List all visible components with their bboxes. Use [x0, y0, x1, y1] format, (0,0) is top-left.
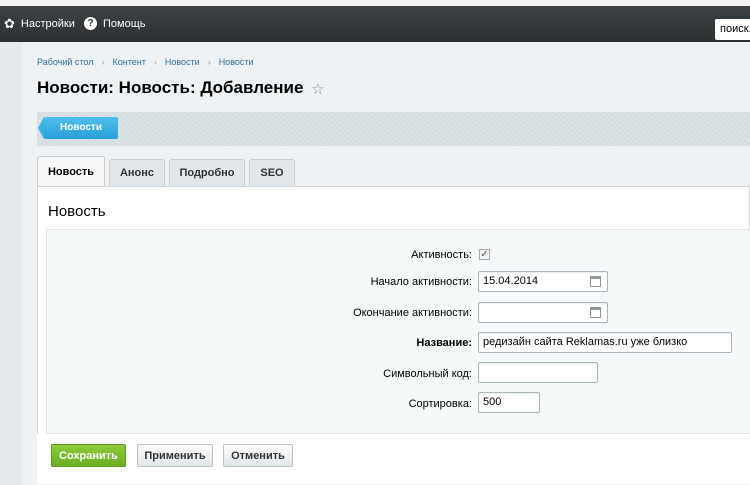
breadcrumb-news[interactable]: Новости [219, 57, 254, 67]
tab-seo[interactable]: SEO [249, 159, 295, 186]
name-label: Название: [416, 337, 472, 349]
gear-icon: ✿ [4, 16, 15, 31]
end-date-field[interactable] [478, 302, 608, 323]
active-checkbox[interactable]: ✓ [479, 249, 490, 260]
chevron-right-icon: › [207, 57, 211, 67]
tab-details[interactable]: Подробно [169, 159, 245, 186]
settings-label: Настройки [20, 17, 75, 30]
help-icon: ? [84, 17, 97, 30]
chevron-right-icon: › [153, 57, 157, 67]
breadcrumb: Рабочий стол › Контент › Новости › Новос… [37, 57, 262, 67]
breadcrumb-news-type[interactable]: Новости [165, 57, 200, 67]
tab-news[interactable]: Новость [37, 156, 105, 186]
sort-field[interactable]: 500 [478, 392, 540, 413]
search-input[interactable]: поиск. [715, 19, 750, 40]
star-icon[interactable]: ☆ [311, 80, 324, 98]
save-button[interactable]: Сохранить [51, 444, 126, 467]
start-date-label: Начало активности: [370, 276, 472, 288]
tab-announce[interactable]: Анонс [109, 159, 165, 186]
breadcrumb-content[interactable]: Контент [113, 57, 146, 67]
back-to-news-button[interactable]: Новости [38, 117, 118, 139]
end-date-label: Окончание активности: [353, 307, 472, 319]
sort-label: Сортировка: [408, 398, 472, 410]
admin-topbar: ✿ Настройки ? Помощь поиск. [0, 6, 750, 42]
code-label: Символьный код: [383, 368, 472, 380]
calendar-icon[interactable] [590, 307, 601, 318]
calendar-icon[interactable] [590, 276, 601, 287]
sort-value: 500 [483, 396, 502, 408]
cancel-button[interactable]: Отменить [223, 444, 293, 467]
breadcrumb-desktop[interactable]: Рабочий стол [37, 57, 94, 67]
chevron-right-icon: › [101, 57, 105, 67]
help-label: Помощь [103, 17, 146, 30]
name-value: редизайн сайта Reklamas.ru уже близко [483, 336, 688, 348]
start-date-value: 15.04.2014 [483, 275, 539, 287]
start-date-field[interactable]: 15.04.2014 [478, 271, 608, 292]
context-toolbar [37, 112, 750, 146]
active-label: Активность: [411, 249, 472, 261]
name-field[interactable]: редизайн сайта Reklamas.ru уже близко [478, 332, 732, 353]
settings-link[interactable]: ✿ Настройки [4, 17, 75, 30]
apply-button[interactable]: Применить [137, 444, 213, 467]
section-title: Новость [48, 203, 106, 220]
code-field[interactable] [478, 362, 598, 383]
help-link[interactable]: ? Помощь [84, 17, 146, 30]
page-title: Новости: Новость: Добавление [37, 78, 304, 97]
left-panel-edge [0, 42, 22, 485]
